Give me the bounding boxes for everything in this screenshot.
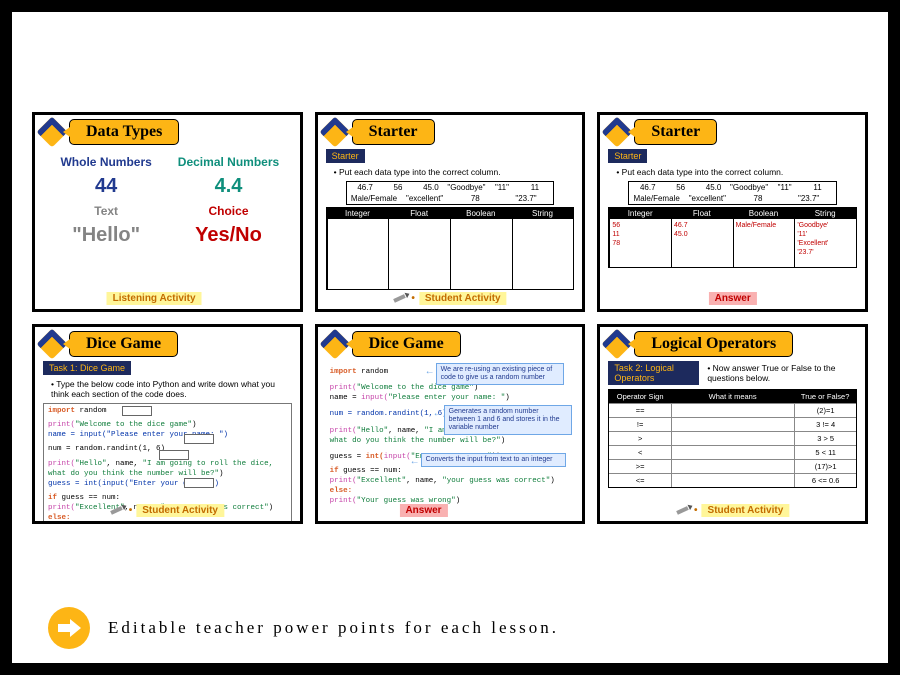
data-pool-box: 46.7 56 45.0 "Goodbye" "11" 11 Male/Fema… (628, 181, 837, 205)
slides-grid: Data Types Whole Numbers Decimal Numbers… (12, 12, 888, 534)
value-whole: 44 (45, 175, 167, 198)
annotation: Converts the input from text to an integ… (421, 453, 566, 467)
tag-listening: Listening Activity (107, 292, 202, 305)
heading-decimal: Decimal Numbers (167, 155, 289, 169)
slide-title: Data Types (69, 119, 179, 145)
answer-box (159, 450, 189, 460)
tag-answer: Answer (399, 504, 447, 517)
heading-text: Text (45, 204, 167, 218)
answer-box (184, 478, 214, 488)
value-choice: Yes/No (167, 224, 289, 247)
tag-student-activity: • Student Activity (111, 503, 224, 517)
category-table: Integer Float Boolean String 56 11 78 46… (608, 207, 857, 268)
heading-whole: Whole Numbers (45, 155, 167, 169)
section-bar: Task 1: Dice Game (43, 361, 131, 375)
slide-data-types: Data Types Whole Numbers Decimal Numbers… (32, 112, 303, 312)
tag-student-activity: • Student Activity (676, 503, 789, 517)
value-text: "Hello" (45, 224, 167, 247)
footer: Editable teacher power points for each l… (48, 607, 852, 649)
slide-title: Starter (634, 119, 717, 145)
answer-box (122, 406, 152, 416)
section-bar: Task 2: Logical Operators (608, 361, 699, 385)
tag-student-activity: • Student Activity (393, 291, 506, 305)
slide-title: Logical Operators (634, 331, 793, 357)
slide-starter-blank: Starter Starter Put each data type into … (315, 112, 586, 312)
footer-text: Editable teacher power points for each l… (108, 618, 559, 638)
instruction: Now answer True or False to the question… (707, 363, 857, 383)
answer-box (184, 434, 214, 444)
slide-logical-operators: Logical Operators Task 2: Logical Operat… (597, 324, 868, 524)
instruction: Type the below code into Python and writ… (35, 377, 300, 401)
annotation: Generates a random number between 1 and … (444, 405, 572, 435)
data-pool-box: 46.7 56 45.0 "Goodbye" "11" 11 Male/Fema… (346, 181, 555, 205)
annotation: We are re-using an existing piece of cod… (436, 363, 564, 385)
category-table: Integer Float Boolean String (326, 207, 575, 290)
value-decimal: 4.4 (167, 175, 289, 198)
code-block: import random print("Welcome to the dice… (326, 365, 575, 508)
pencil-icon (108, 501, 127, 520)
tag-answer: Answer (709, 292, 757, 305)
instruction: Put each data type into the correct colu… (600, 165, 865, 179)
pencil-icon (391, 289, 410, 308)
slide-title: Dice Game (69, 331, 178, 357)
arrow-right-icon (48, 607, 90, 649)
instruction: Put each data type into the correct colu… (318, 165, 583, 179)
slide-title: Dice Game (352, 331, 461, 357)
section-bar: Starter (326, 149, 365, 163)
logical-ops-table: Operator Sign What it means True or Fals… (608, 389, 857, 488)
heading-choice: Choice (167, 204, 289, 218)
slide-dice-game-answer: Dice Game import random print("Welcome t… (315, 324, 586, 524)
section-bar: Starter (608, 149, 647, 163)
slide-title: Starter (352, 119, 435, 145)
slide-dice-game-student: Dice Game Task 1: Dice Game Type the bel… (32, 324, 303, 524)
slide-starter-answer: Starter Starter Put each data type into … (597, 112, 868, 312)
pencil-icon (674, 501, 693, 520)
